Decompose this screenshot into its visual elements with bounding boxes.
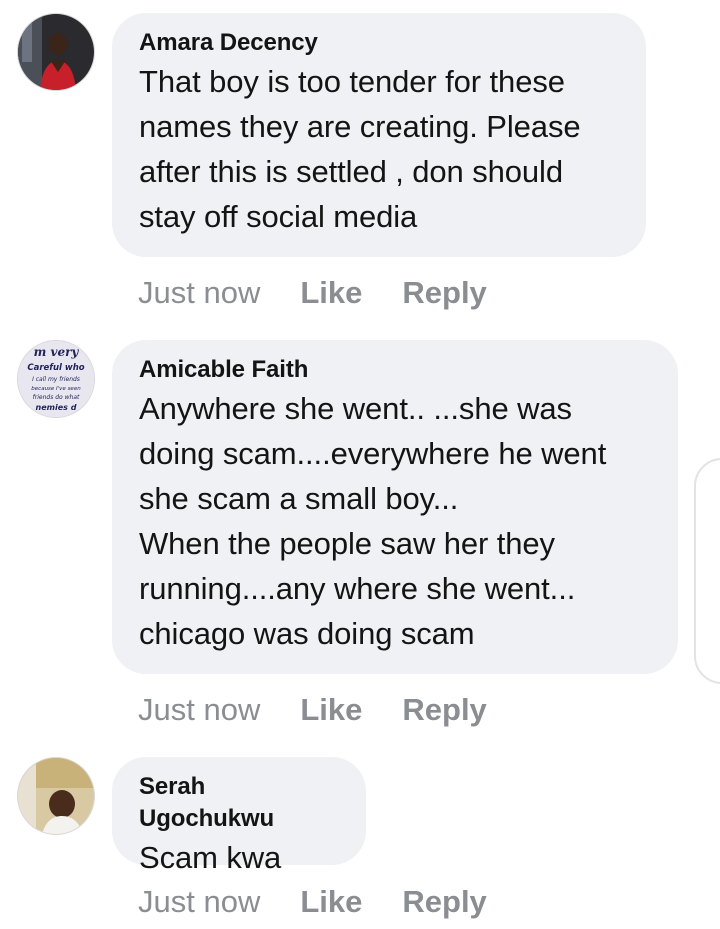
comment-actions: Just now Like Reply	[138, 273, 487, 313]
reply-button[interactable]: Reply	[402, 884, 486, 920]
comment-bubble: Amicable Faith Anywhere she went.. ...sh…	[112, 340, 678, 674]
text-image-avatar-icon: m very Careful who I call my friends bec…	[18, 341, 94, 417]
avatar-text-line: I call my friends	[32, 376, 80, 383]
avatar-text-line: m very	[34, 345, 80, 359]
avatar-text-line: Careful who	[27, 363, 84, 373]
avatar[interactable]	[17, 13, 95, 91]
comment-bubble: Serah Ugochukwu Scam kwa	[112, 757, 366, 875]
side-panel-edge	[694, 458, 720, 684]
profile-photo-icon	[18, 758, 94, 834]
like-button[interactable]: Like	[300, 884, 362, 920]
profile-photo-icon	[18, 14, 94, 90]
avatar-text-line: nemies d	[36, 403, 77, 412]
comment-actions: Just now Like Reply	[138, 690, 487, 730]
comment-timestamp: Just now	[138, 692, 261, 727]
comment-author[interactable]: Amicable Faith	[139, 354, 652, 386]
comment-timestamp: Just now	[138, 275, 261, 310]
comment-author[interactable]: Amara Decency	[139, 27, 620, 59]
avatar-text-line: friends do what	[33, 394, 80, 401]
like-button[interactable]: Like	[300, 692, 362, 728]
avatar[interactable]: m very Careful who I call my friends bec…	[17, 340, 95, 418]
reply-button[interactable]: Reply	[402, 275, 486, 311]
comment-timestamp: Just now	[138, 884, 261, 919]
comment-text: Anywhere she went.. ...she was doing sca…	[139, 391, 607, 651]
comment-text: Scam kwa	[139, 840, 282, 875]
comment-author[interactable]: Serah Ugochukwu	[139, 771, 340, 835]
comment-actions: Just now Like Reply	[138, 882, 487, 922]
comment-text: That boy is too tender for these names t…	[139, 64, 581, 234]
reply-button[interactable]: Reply	[402, 692, 486, 728]
comment-bubble: Amara Decency That boy is too tender for…	[112, 13, 646, 257]
avatar-text-line: because I've seen	[31, 386, 81, 392]
like-button[interactable]: Like	[300, 275, 362, 311]
avatar[interactable]	[17, 757, 95, 835]
